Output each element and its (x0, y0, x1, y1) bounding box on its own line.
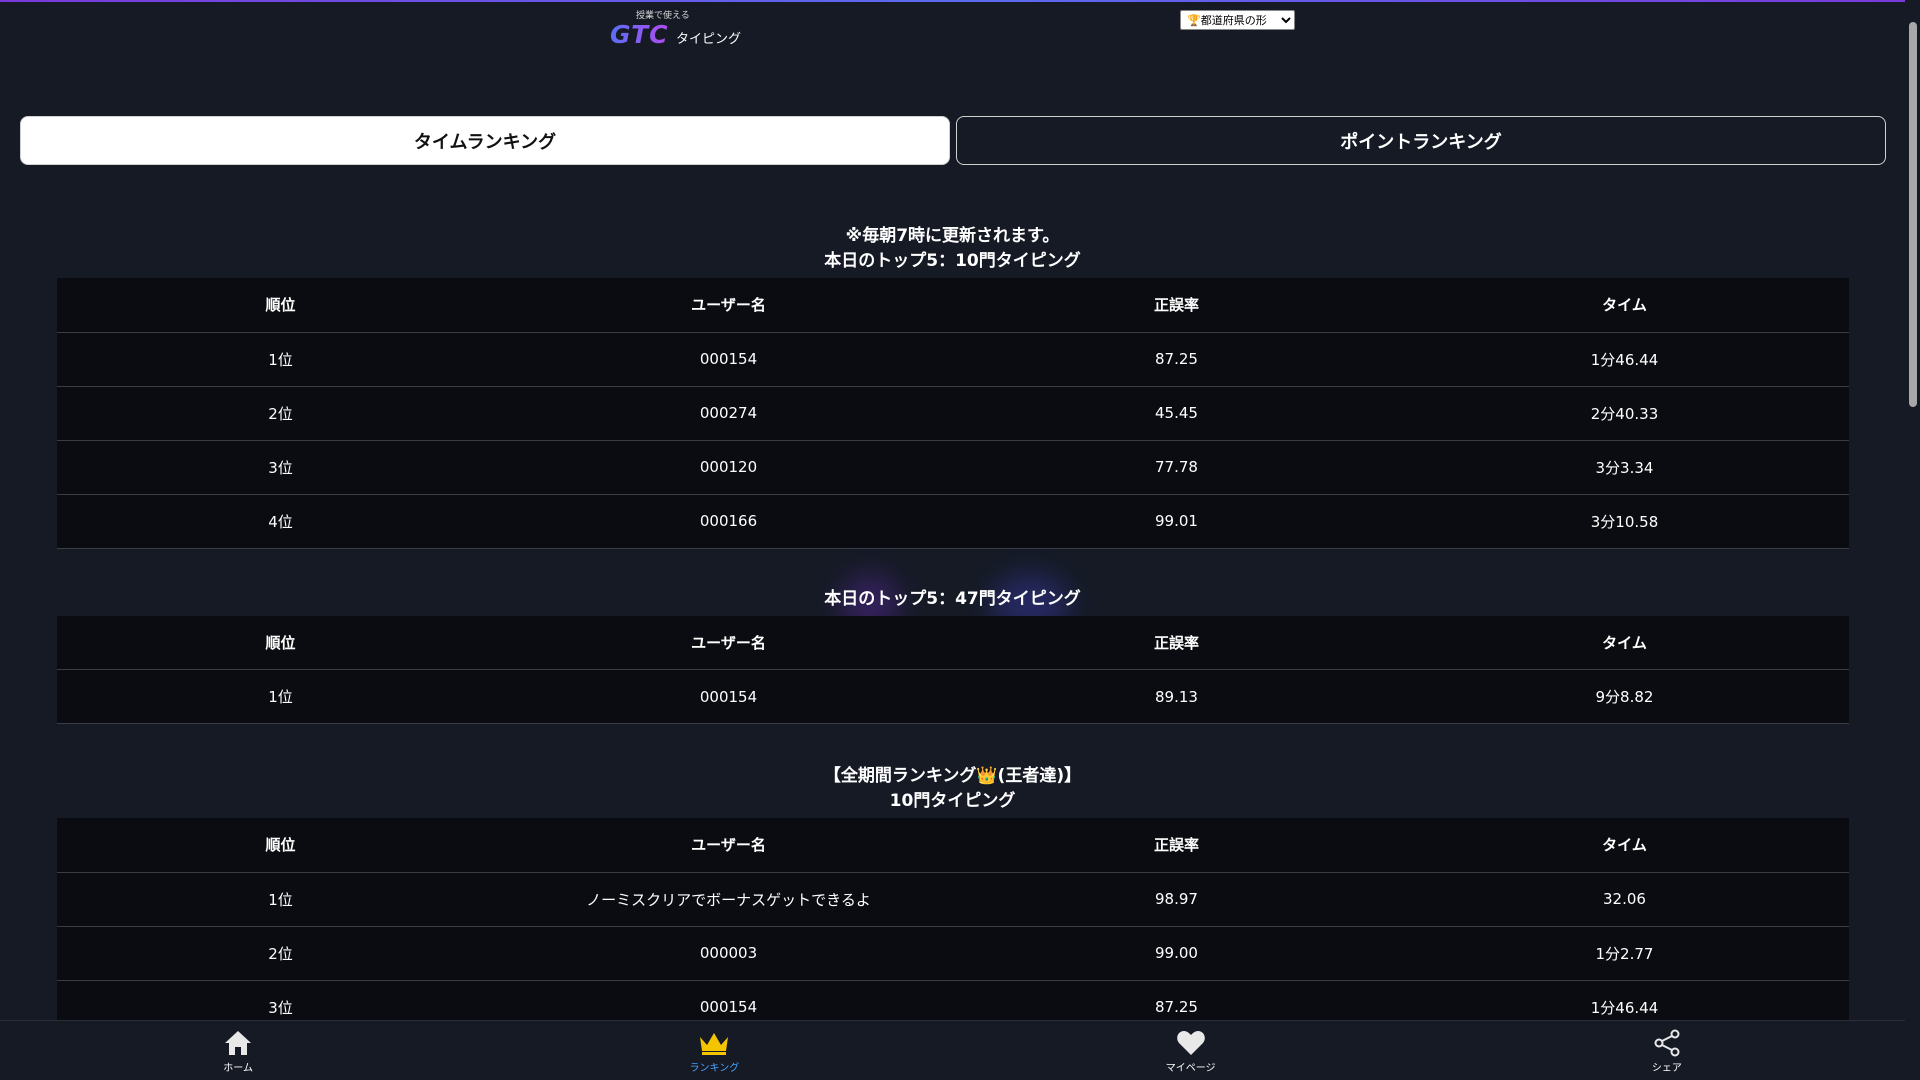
header: 授業で使える GTC タイピング 🏆都道府県の形 (0, 2, 1900, 62)
cell-username: 000274 (504, 386, 953, 441)
cell-rank: 2位 (56, 926, 505, 981)
table-row: 4位 000166 99.01 3分10.58 (56, 494, 1849, 549)
column-header-username: ユーザー名 (504, 818, 953, 873)
nav-ranking[interactable]: ランキング (476, 1021, 952, 1080)
table-header-row: 順位 ユーザー名 正誤率 タイム (56, 278, 1849, 333)
cell-rank: 1位 (56, 332, 505, 387)
ranking-table-today-10: 順位 ユーザー名 正誤率 タイム 1位 000154 87.25 1分46.44… (56, 278, 1849, 549)
column-header-rank: 順位 (56, 615, 505, 670)
cell-time: 1分46.44 (1400, 332, 1849, 387)
table-row: 2位 000003 99.00 1分2.77 (56, 926, 1849, 981)
cell-username: 000154 (504, 980, 953, 1020)
section-title-all-time: 【全期間ランキング👑(王者達)】 (823, 766, 1082, 786)
cell-accuracy: 89.13 (952, 669, 1401, 724)
column-header-time: タイム (1400, 278, 1849, 333)
cell-rank: 3位 (56, 980, 505, 1020)
scrollbar-thumb[interactable] (1909, 22, 1917, 407)
table-row: 3位 000120 77.78 3分3.34 (56, 440, 1849, 495)
nav-label-home: ホーム (223, 1063, 253, 1074)
cell-accuracy: 99.00 (952, 926, 1401, 981)
cell-accuracy: 77.78 (952, 440, 1401, 495)
cell-time: 9分8.82 (1400, 669, 1849, 724)
table-row: 1位 000154 89.13 9分8.82 (56, 669, 1849, 724)
nav-mypage[interactable]: マイページ (953, 1021, 1429, 1080)
column-header-username: ユーザー名 (504, 615, 953, 670)
cell-accuracy: 45.45 (952, 386, 1401, 441)
cell-username: ノーミスクリアでボーナスゲットできるよ (504, 872, 953, 927)
cell-username: 000154 (504, 332, 953, 387)
cell-rank: 1位 (56, 872, 505, 927)
cell-accuracy: 87.25 (952, 980, 1401, 1020)
nav-label-ranking: ランキング (689, 1063, 740, 1074)
home-icon (223, 1029, 253, 1057)
nav-label-mypage: マイページ (1165, 1063, 1216, 1074)
cell-rank: 2位 (56, 386, 505, 441)
cell-username: 000003 (504, 926, 953, 981)
cell-accuracy: 98.97 (952, 872, 1401, 927)
nav-home[interactable]: ホーム (0, 1021, 476, 1080)
logo-mark: GTC (610, 20, 669, 49)
cell-rank: 4位 (56, 494, 505, 549)
cell-time: 1分46.44 (1400, 980, 1849, 1020)
column-header-time: タイム (1400, 818, 1849, 873)
column-header-rank: 順位 (56, 818, 505, 873)
table-header-row: 順位 ユーザー名 正誤率 タイム (56, 818, 1849, 873)
ranking-table-all-time-10: 順位 ユーザー名 正誤率 タイム 1位 ノーミスクリアでボーナスゲットできるよ … (56, 818, 1849, 1020)
ranking-table-today-47: 順位 ユーザー名 正誤率 タイム 1位 000154 89.13 9分8.82 (56, 615, 1849, 724)
column-header-accuracy: 正誤率 (952, 615, 1401, 670)
table-row: 1位 000154 87.25 1分46.44 (56, 332, 1849, 387)
tab-point-ranking[interactable]: ポイントランキング (956, 116, 1886, 165)
table-row: 3位 000154 87.25 1分46.44 (56, 980, 1849, 1020)
cell-rank: 3位 (56, 440, 505, 495)
update-notice: ※毎朝7時に更新されます。 (845, 226, 1060, 246)
nav-label-share: シェア (1651, 1063, 1682, 1074)
share-icon (1652, 1029, 1682, 1057)
cell-username: 000120 (504, 440, 953, 495)
cell-time: 32.06 (1400, 872, 1849, 927)
cell-time: 1分2.77 (1400, 926, 1849, 981)
logo-text: タイピング (676, 32, 742, 47)
ranking-content: ※毎朝7時に更新されます。 本日のトップ5：10門タイピング 順位 ユーザー名 … (0, 224, 1905, 1020)
cell-username: 000166 (504, 494, 953, 549)
crown-icon (698, 1029, 730, 1057)
table-row: 1位 ノーミスクリアでボーナスゲットできるよ 98.97 32.06 (56, 872, 1849, 927)
cell-rank: 1位 (56, 669, 505, 724)
cell-accuracy: 87.25 (952, 332, 1401, 387)
ranking-tabs: タイムランキング ポイントランキング (20, 116, 1886, 165)
column-header-username: ユーザー名 (504, 278, 953, 333)
prefecture-select[interactable]: 🏆都道府県の形 (1180, 10, 1295, 30)
cell-username: 000154 (504, 669, 953, 724)
cell-time: 3分3.34 (1400, 440, 1849, 495)
nav-share[interactable]: シェア (1429, 1021, 1905, 1080)
section-subtitle-all-time-10: 10門タイピング (889, 791, 1016, 811)
vertical-scrollbar[interactable] (1905, 0, 1920, 1080)
cell-time: 2分40.33 (1400, 386, 1849, 441)
gtc-logo[interactable]: 授業で使える GTC タイピング (610, 6, 750, 50)
column-header-time: タイム (1400, 615, 1849, 670)
table-header-row: 順位 ユーザー名 正誤率 タイム (56, 615, 1849, 670)
table-row: 2位 000274 45.45 2分40.33 (56, 386, 1849, 441)
heart-icon (1176, 1029, 1206, 1057)
bottom-navigation: ホーム ランキング マイページ シェア (0, 1020, 1905, 1080)
cell-accuracy: 99.01 (952, 494, 1401, 549)
column-header-accuracy: 正誤率 (952, 818, 1401, 873)
section-title-today-10: 本日のトップ5：10門タイピング (824, 251, 1081, 271)
column-header-rank: 順位 (56, 278, 505, 333)
tab-time-ranking[interactable]: タイムランキング (20, 116, 950, 165)
section-title-today-47: 本日のトップ5：47門タイピング (824, 588, 1081, 609)
column-header-accuracy: 正誤率 (952, 278, 1401, 333)
cell-time: 3分10.58 (1400, 494, 1849, 549)
